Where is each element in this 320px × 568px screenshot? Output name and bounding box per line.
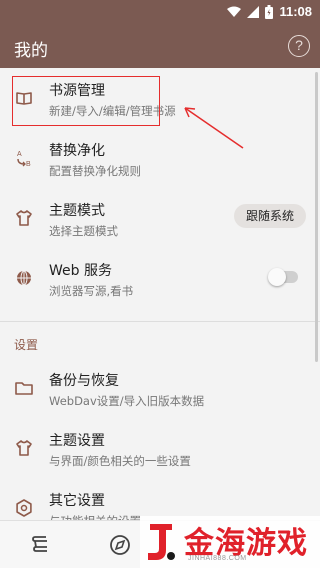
watermark: 金海游戏 JINHAI888.COM xyxy=(140,516,320,568)
help-icon[interactable]: ? xyxy=(288,35,310,57)
menu-item-title: 备份与恢复 xyxy=(49,373,119,389)
menu-item-subtitle: 与界面/颜色相关的一些设置 xyxy=(49,454,191,468)
annotation-highlight-box xyxy=(12,76,160,126)
watermark-url: JINHAI888.COM xyxy=(188,555,247,562)
bookshelf-icon[interactable] xyxy=(28,533,52,557)
section-title-settings: 设置 xyxy=(14,338,39,352)
menu-item-subtitle: 选择主题模式 xyxy=(49,224,118,238)
page-title: 我的 xyxy=(14,41,48,61)
wifi-icon xyxy=(227,6,242,17)
watermark-logo xyxy=(148,524,175,560)
content-area: 书源管理 新建/导入/编辑/管理书源 A B 替换净化 配置替换净化规则 主题模… xyxy=(0,68,320,528)
signal-icon xyxy=(247,5,260,18)
replace-icon: A B xyxy=(17,151,31,168)
web-service-toggle[interactable] xyxy=(268,268,298,286)
menu-item-theme-settings[interactable]: 主题设置 与界面/颜色相关的一些设置 xyxy=(0,418,320,478)
menu-item-theme-mode[interactable]: 主题模式 选择主题模式 跟随系统 xyxy=(0,188,320,248)
toggle-knob xyxy=(268,268,286,286)
menu-item-title: 主题模式 xyxy=(49,203,105,219)
globe-icon xyxy=(17,270,31,286)
discover-icon[interactable] xyxy=(108,533,132,557)
shirt-icon xyxy=(16,210,32,226)
menu-item-subtitle: 浏览器写源,看书 xyxy=(49,284,134,298)
scrollbar[interactable] xyxy=(315,72,318,362)
menu-item-subtitle: 配置替换净化规则 xyxy=(49,164,141,178)
theme-mode-button[interactable]: 跟随系统 xyxy=(233,204,306,228)
svg-text:B: B xyxy=(26,161,31,168)
menu-item-title: 替换净化 xyxy=(49,143,105,159)
menu-item-replace-rules[interactable]: A B 替换净化 配置替换净化规则 xyxy=(0,128,320,188)
gear-icon xyxy=(16,499,32,517)
folder-icon xyxy=(15,382,33,395)
menu-item-subtitle: WebDav设置/导入旧版本数据 xyxy=(49,394,205,408)
annotation-arrow xyxy=(184,107,244,149)
app-bar: 我的 ? xyxy=(0,24,320,68)
battery-icon xyxy=(265,4,274,19)
status-bar: 11:08 xyxy=(0,0,320,24)
svg-text:A: A xyxy=(17,151,22,158)
section-divider xyxy=(0,321,320,322)
menu-item-title: 主题设置 xyxy=(49,433,105,449)
menu-item-title: 其它设置 xyxy=(49,493,105,509)
menu-item-title: Web 服务 xyxy=(49,263,112,279)
menu-item-backup-restore[interactable]: 备份与恢复 WebDav设置/导入旧版本数据 xyxy=(0,358,320,418)
status-time: 11:08 xyxy=(279,4,312,19)
menu-item-web-service[interactable]: Web 服务 浏览器写源,看书 xyxy=(0,248,320,308)
shirt-icon xyxy=(16,440,32,456)
